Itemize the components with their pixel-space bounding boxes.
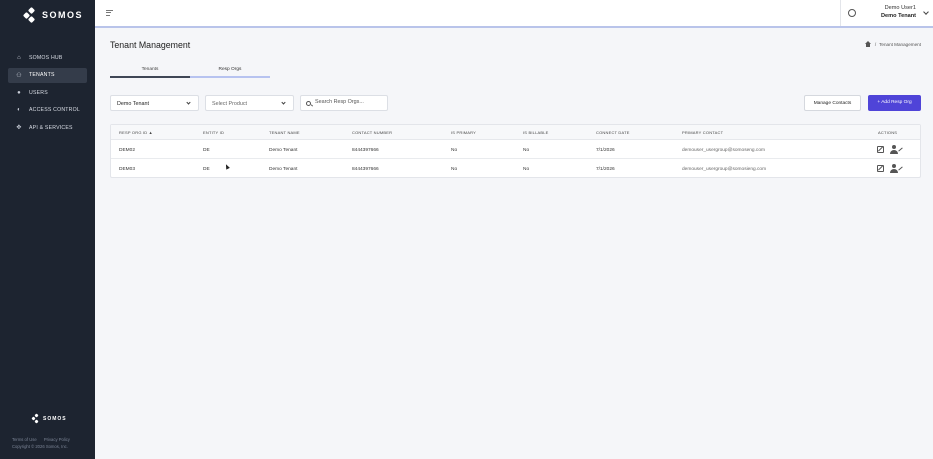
home-icon: ⌂ — [17, 54, 21, 61]
api-icon: ✥ — [16, 125, 22, 131]
breadcrumb: / Tenant Management — [865, 41, 921, 47]
shield-icon: ◐ — [17, 107, 21, 113]
search-icon — [306, 100, 311, 106]
tabs: Tenants Resp Orgs — [110, 64, 270, 78]
manage-user-icon[interactable] — [890, 145, 903, 154]
sidebar-item-api-services[interactable]: ✥ API & SERVICES — [8, 120, 87, 135]
search-box[interactable] — [300, 95, 388, 111]
breadcrumb-current: Tenant Management — [879, 41, 921, 47]
sidebar-item-label: SOMOS HUB — [29, 54, 63, 61]
cell-resp-org-id: DEM02 — [119, 148, 135, 153]
somos-logo[interactable]: SOMOS — [22, 6, 84, 24]
table-header: RESP ORG ID ▲ ENTITY ID TENANT NAME CONT… — [111, 125, 920, 140]
copyright-text: Copyright © 2026 Somos, Inc. — [12, 443, 68, 449]
cell-is-billable: No — [523, 167, 530, 172]
sidebar-item-tenants[interactable]: ⚇ TENANTS — [8, 67, 87, 83]
somos-logo-mark-icon — [31, 413, 40, 424]
manage-contacts-button[interactable]: Manage Contacts — [804, 95, 861, 111]
user-name: Demo User1 — [884, 5, 916, 11]
user-avatar-icon — [848, 9, 856, 17]
menu-toggle-icon[interactable] — [106, 10, 113, 17]
sidebar-item-access-control[interactable]: ◐ ACCESS CONTROL — [8, 103, 87, 118]
edit-icon[interactable] — [877, 165, 884, 172]
column-header-tenant-name[interactable]: TENANT NAME — [269, 130, 300, 135]
column-header-is-primary[interactable]: IS PRIMARY — [451, 130, 476, 135]
top-bar: Demo User1 Demo Tenant — [95, 0, 933, 28]
column-header-actions: ACTIONS — [878, 130, 898, 135]
add-resp-org-button[interactable]: + Add Resp Org — [868, 95, 921, 111]
breadcrumb-separator: / — [874, 41, 877, 47]
sidebar-item-label: API & SERVICES — [29, 124, 73, 131]
sidebar-footer: Terms of Use Privacy Policy Copyright © … — [12, 437, 76, 450]
chevron-down-icon — [281, 100, 286, 105]
search-input[interactable] — [315, 99, 385, 105]
sidebar-item-label: TENANTS — [29, 72, 55, 78]
column-header-entity-id[interactable]: ENTITY ID — [203, 130, 224, 135]
cell-contact-number: 8444397666 — [352, 167, 379, 172]
cell-resp-org-id: DEM03 — [119, 167, 135, 172]
tenant-select[interactable]: Demo Tenant — [110, 95, 199, 111]
user-tenant-name: Demo Tenant — [880, 13, 916, 19]
table-row[interactable]: DEM02 DE Demo Tenant 8444397666 No No 7/… — [111, 140, 920, 159]
footer-brand-name: SOMOS — [43, 416, 67, 422]
column-header-is-billable[interactable]: IS BILLABLE — [523, 130, 549, 135]
cell-connect-date: 7/1/2026 — [596, 167, 615, 172]
tab-resp-orgs[interactable]: Resp Orgs — [190, 64, 270, 78]
brand-name: SOMOS — [42, 10, 84, 20]
column-header-contact-number[interactable]: CONTACT NUMBER — [352, 130, 392, 135]
chevron-down-icon — [186, 100, 191, 105]
page-title: Tenant Management — [110, 40, 191, 50]
edit-icon[interactable] — [877, 146, 884, 153]
cell-is-primary: No — [451, 148, 458, 153]
product-select[interactable]: Select Product — [205, 95, 294, 111]
cell-is-billable: No — [523, 148, 530, 153]
tab-tenants[interactable]: Tenants — [110, 64, 190, 78]
footer-logo: SOMOS — [31, 413, 67, 424]
column-header-connect-date[interactable]: CONNECT DATE — [596, 130, 630, 135]
sidebar: SOMOS ⌂ SOMOS HUB ⚇ TENANTS ● USERS ◐ AC… — [0, 0, 95, 459]
cell-entity-id: DE — [203, 167, 210, 172]
column-header-resp-org-id[interactable]: RESP ORG ID ▲ — [119, 130, 153, 135]
sidebar-nav: ⌂ SOMOS HUB ⚇ TENANTS ● USERS ◐ ACCESS C… — [8, 50, 87, 138]
cell-connect-date: 7/1/2026 — [596, 148, 615, 153]
privacy-link[interactable]: Privacy Policy — [44, 437, 70, 442]
sidebar-item-label: USERS — [29, 89, 48, 96]
cell-entity-id: DE — [203, 148, 210, 153]
cell-primary-contact: demouser_usergroup@somoseng.com — [682, 148, 765, 153]
sidebar-item-label: ACCESS CONTROL — [29, 107, 80, 113]
cell-tenant-name: Demo Tenant — [269, 167, 298, 172]
resp-orgs-table: RESP ORG ID ▲ ENTITY ID TENANT NAME CONT… — [110, 124, 921, 178]
chevron-down-icon[interactable] — [923, 9, 929, 15]
product-select-placeholder: Select Product — [212, 100, 248, 107]
cell-contact-number: 8444397666 — [352, 148, 379, 153]
tenants-icon: ⚇ — [16, 72, 22, 79]
cell-is-primary: No — [451, 167, 458, 172]
manage-user-icon[interactable] — [890, 164, 903, 173]
terms-link[interactable]: Terms of Use — [12, 437, 37, 442]
tenant-select-value: Demo Tenant — [117, 100, 149, 107]
filters-bar: Demo Tenant Select Product Manage Contac… — [110, 95, 921, 111]
column-header-primary-contact[interactable]: PRIMARY CONTACT — [682, 130, 723, 135]
table-row[interactable]: DEM03 DE Demo Tenant 8444397666 No No 7/… — [111, 159, 920, 178]
sidebar-item-somos-hub[interactable]: ⌂ SOMOS HUB — [8, 50, 87, 65]
home-icon[interactable] — [865, 41, 872, 47]
somos-logo-mark-icon — [22, 6, 38, 24]
sidebar-item-users[interactable]: ● USERS — [8, 85, 87, 100]
user-icon: ● — [17, 89, 21, 96]
user-menu[interactable]: Demo User1 Demo Tenant — [840, 0, 933, 26]
cell-primary-contact: demouser_usergroup@somosieng.com — [682, 167, 767, 172]
cell-tenant-name: Demo Tenant — [269, 148, 298, 153]
